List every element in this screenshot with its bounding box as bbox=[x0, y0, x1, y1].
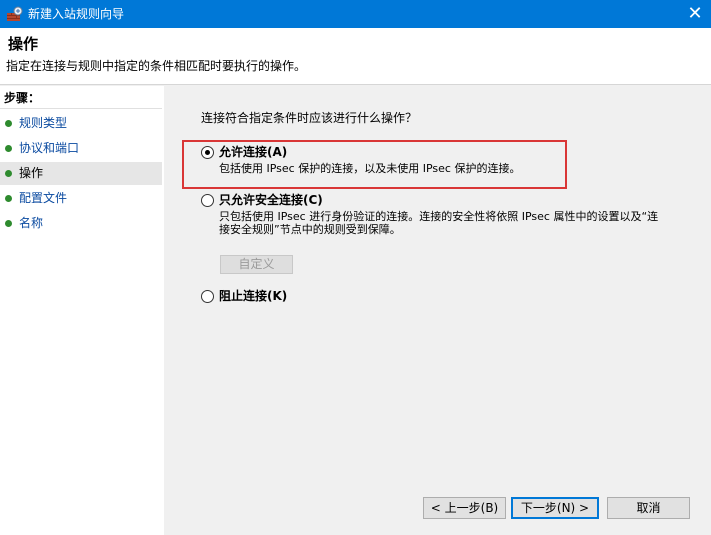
step-bullet-icon bbox=[5, 145, 12, 152]
steps-divider bbox=[0, 108, 162, 109]
sidebar-item-name[interactable]: 名称 bbox=[0, 212, 162, 235]
option-title: 允许连接(A) bbox=[219, 145, 288, 159]
option-description: 包括使用 IPsec 保护的连接，以及未使用 IPsec 保护的连接。 bbox=[219, 162, 521, 175]
steps-title: 步骤： bbox=[4, 91, 41, 105]
sidebar-item-profile[interactable]: 配置文件 bbox=[0, 187, 162, 210]
sidebar-item-label: 规则类型 bbox=[19, 116, 68, 130]
close-icon[interactable]: ✕ bbox=[679, 0, 711, 28]
option-allow-secure[interactable]: 只允许安全连接(C) 只包括使用 IPsec 进行身份验证的连接。连接的安全性将… bbox=[201, 192, 661, 242]
wizard-header: 操作 指定在连接与规则中指定的条件相匹配时要执行的操作。 bbox=[0, 28, 711, 85]
option-block[interactable]: 阻止连接(K) bbox=[201, 288, 401, 308]
page-description: 指定在连接与规则中指定的条件相匹配时要执行的操作。 bbox=[6, 59, 307, 73]
sidebar-item-label: 协议和端口 bbox=[19, 141, 80, 155]
sidebar-item-action[interactable]: 操作 bbox=[0, 162, 162, 185]
option-allow[interactable]: 允许连接(A) 包括使用 IPsec 保护的连接，以及未使用 IPsec 保护的… bbox=[201, 144, 601, 184]
page-title: 操作 bbox=[8, 35, 39, 53]
action-question: 连接符合指定条件时应该进行什么操作？ bbox=[201, 111, 418, 125]
allow-radio[interactable] bbox=[201, 146, 214, 159]
block-radio[interactable] bbox=[201, 290, 214, 303]
customize-button[interactable]: 自定义 bbox=[220, 255, 293, 274]
action-pane: 连接符合指定条件时应该进行什么操作？ 允许连接(A) 包括使用 IPsec 保护… bbox=[166, 86, 711, 535]
option-title: 阻止连接(K) bbox=[219, 289, 288, 303]
back-button[interactable]: < 上一步(B) bbox=[423, 497, 506, 519]
next-button[interactable]: 下一步(N) > bbox=[511, 497, 599, 519]
option-title: 只允许安全连接(C) bbox=[219, 193, 323, 207]
title-bar: 新建入站规则向导 ✕ bbox=[0, 0, 711, 28]
steps-sidebar: 步骤： 规则类型 协议和端口 操作 配置文件 名称 bbox=[0, 86, 164, 535]
sidebar-item-label: 操作 bbox=[19, 166, 44, 180]
step-bullet-icon bbox=[5, 195, 12, 202]
sidebar-item-label: 配置文件 bbox=[19, 191, 68, 205]
step-bullet-icon bbox=[5, 120, 12, 127]
option-description: 只包括使用 IPsec 进行身份验证的连接。连接的安全性将依照 IPsec 属性… bbox=[219, 210, 659, 236]
sidebar-item-rule-type[interactable]: 规则类型 bbox=[0, 112, 162, 135]
window-title: 新建入站规则向导 bbox=[28, 7, 125, 21]
sidebar-item-protocol-ports[interactable]: 协议和端口 bbox=[0, 137, 162, 160]
step-bullet-icon bbox=[5, 170, 12, 177]
step-bullet-icon bbox=[5, 220, 12, 227]
firewall-app-icon bbox=[7, 6, 23, 21]
cancel-button[interactable]: 取消 bbox=[607, 497, 690, 519]
allow-secure-radio[interactable] bbox=[201, 194, 214, 207]
sidebar-item-label: 名称 bbox=[19, 216, 44, 230]
